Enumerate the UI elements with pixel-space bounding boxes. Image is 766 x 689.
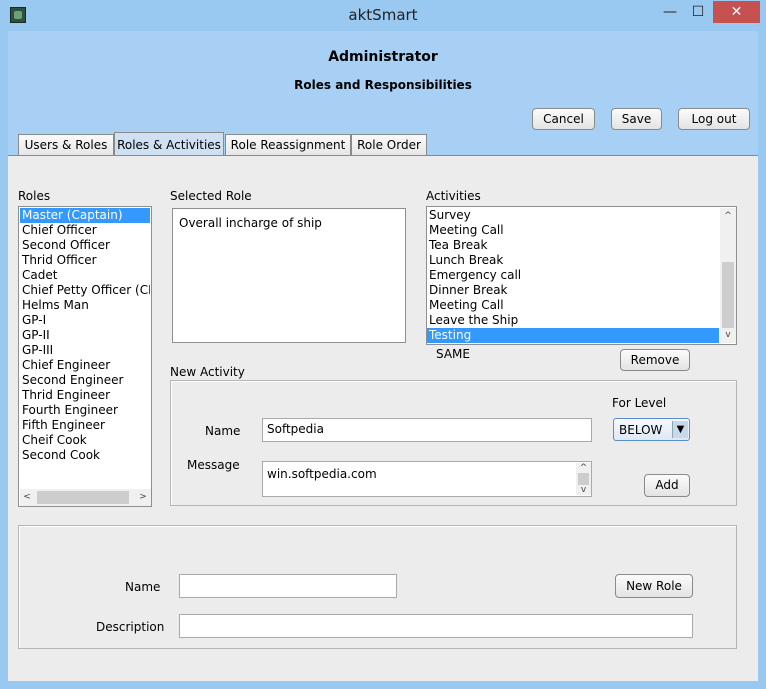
activity-list-item[interactable]: Testing [427, 328, 719, 343]
scroll-down-icon[interactable]: v [576, 485, 591, 495]
scroll-up-icon[interactable]: ^ [576, 463, 591, 473]
for-level-label: For Level [612, 396, 667, 410]
roles-hscroll-thumb[interactable] [37, 491, 129, 504]
window-title: aktSmart [348, 6, 418, 24]
scroll-down-icon[interactable]: v [721, 328, 735, 342]
role-list-item[interactable]: Helms Man [20, 298, 150, 313]
role-list-item[interactable]: Chief Petty Officer (CPO [20, 283, 150, 298]
role-list-item[interactable]: Chief Engineer [20, 358, 150, 373]
roles-hscrollbar[interactable]: < > [20, 489, 151, 506]
role-name-label: Name [125, 580, 161, 594]
maximize-button[interactable]: ☐ [684, 1, 712, 23]
role-description-label: Description [96, 620, 165, 634]
activity-list-item[interactable]: Meeting Call [427, 298, 719, 313]
role-list-item[interactable]: Second Engineer [20, 373, 150, 388]
role-list-item[interactable]: Fourth Engineer [20, 403, 150, 418]
message-vscrollbar[interactable]: ^ v [576, 463, 591, 495]
role-list-item[interactable]: GP-II [20, 328, 150, 343]
role-list-item[interactable]: Cadet [20, 268, 150, 283]
save-button[interactable]: Save [611, 108, 662, 130]
page-subtitle: Roles and Responsibilities [294, 78, 472, 92]
role-list-item[interactable]: Chief Officer [20, 223, 150, 238]
tab-roles-activities[interactable]: Roles & Activities [114, 132, 224, 156]
activity-name-input[interactable]: Softpedia [262, 418, 592, 442]
activity-level-text: SAME [436, 347, 470, 361]
chevron-down-icon[interactable]: ▼ [672, 421, 688, 438]
scroll-left-icon[interactable]: < [20, 490, 34, 504]
activity-list-item[interactable]: Meeting Call [427, 223, 719, 238]
roles-label: Roles [18, 189, 51, 203]
tab-users-roles[interactable]: Users & Roles [18, 134, 114, 156]
roles-items: Master (Captain) Chief Officer Second Offi… [20, 208, 150, 463]
role-name-input[interactable] [179, 574, 397, 598]
activity-message-text: win.softpedia.com [267, 467, 377, 481]
activity-list-item[interactable]: Emergency call [427, 268, 719, 283]
activities-list[interactable]: Survey Meeting Call Tea Break Lunch Break Em… [426, 206, 737, 345]
activity-list-item[interactable]: Lunch Break [427, 253, 719, 268]
activity-list-item[interactable]: Leave the Ship [427, 313, 719, 328]
role-list-item[interactable]: GP-I [20, 313, 150, 328]
activity-list-item[interactable]: Tea Break [427, 238, 719, 253]
level-select-value: BELOW [619, 423, 663, 437]
roles-list[interactable]: Master (Captain) Chief Officer Second Offi… [18, 206, 152, 507]
close-button[interactable]: ✕ [713, 1, 760, 23]
tab-role-reassignment[interactable]: Role Reassignment [225, 134, 351, 156]
activities-label: Activities [426, 189, 481, 203]
role-list-item[interactable]: Thrid Engineer [20, 388, 150, 403]
role-list-item[interactable]: Second Officer [20, 238, 150, 253]
add-activity-button[interactable]: Add [644, 474, 690, 497]
role-list-item[interactable]: Cheif Cook [20, 433, 150, 448]
role-list-item[interactable]: Second Cook [20, 448, 150, 463]
scroll-right-icon[interactable]: > [136, 490, 150, 504]
role-list-item[interactable]: Fifth Engineer [20, 418, 150, 433]
role-list-item[interactable]: Thrid Officer [20, 253, 150, 268]
role-description-input[interactable] [179, 614, 693, 638]
scroll-up-icon[interactable]: ^ [721, 209, 735, 223]
minimize-button[interactable]: — [656, 1, 684, 23]
cancel-button[interactable]: Cancel [532, 108, 595, 130]
selected-role-text: Overall incharge of ship [179, 216, 322, 230]
tab-divider [8, 155, 758, 156]
activity-message-textarea[interactable]: win.softpedia.com ^ v [262, 461, 592, 497]
logout-button[interactable]: Log out [678, 108, 750, 130]
selected-role-textarea[interactable]: Overall incharge of ship [172, 208, 406, 343]
new-activity-label: New Activity [170, 365, 245, 379]
activities-vscroll-thumb[interactable] [722, 262, 734, 328]
message-scroll-thumb[interactable] [578, 473, 589, 485]
activity-message-label: Message [187, 458, 240, 472]
new-role-button[interactable]: New Role [615, 574, 693, 598]
activity-name-label: Name [205, 424, 241, 438]
tab-role-order[interactable]: Role Order [351, 134, 427, 156]
activity-list-item[interactable]: Survey [427, 208, 719, 223]
role-list-item[interactable]: Master (Captain) [20, 208, 150, 223]
activity-list-item[interactable]: Dinner Break [427, 283, 719, 298]
page-title: Administrator [328, 49, 438, 65]
role-list-item[interactable]: GP-III [20, 343, 150, 358]
level-select[interactable]: BELOW ▼ [613, 418, 690, 441]
activities-items: Survey Meeting Call Tea Break Lunch Break Em… [427, 208, 719, 343]
activities-vscrollbar[interactable]: ^ v [720, 208, 736, 343]
remove-button[interactable]: Remove [620, 349, 690, 371]
selected-role-label: Selected Role [170, 189, 252, 203]
